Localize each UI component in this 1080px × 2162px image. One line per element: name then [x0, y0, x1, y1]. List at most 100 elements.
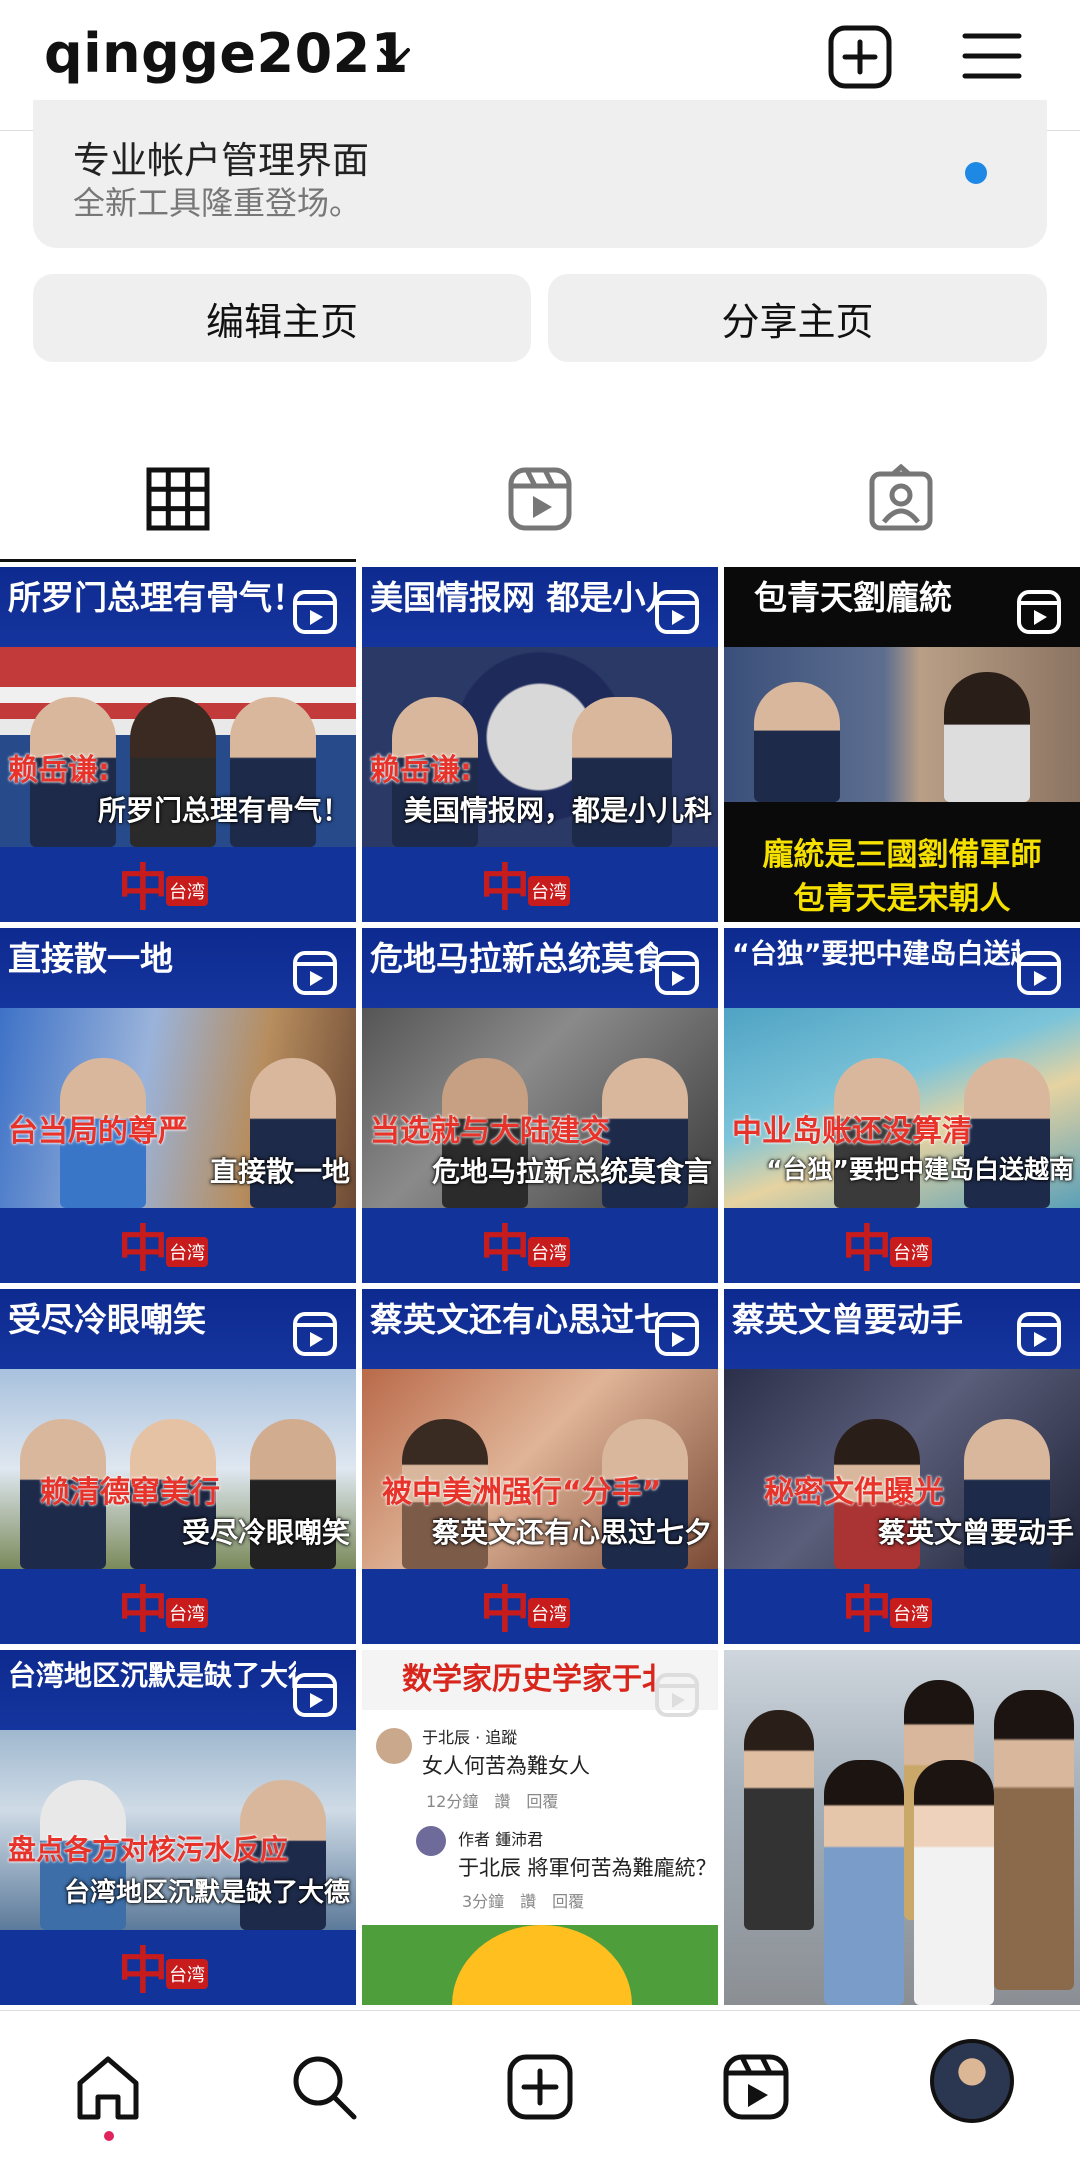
post-tile[interactable]: 数学家历史学家于北辰 于北辰 · 追蹤 女人何苦為難女人 12分鐘 讚 回覆 作… [362, 1650, 718, 2005]
person-figure [824, 1760, 904, 2005]
person-figure [944, 672, 1030, 802]
post-headline: 蔡英文曾要动手 [732, 1300, 963, 1339]
channel-logo-tag: 台湾 [528, 1598, 570, 1628]
post-caption-red: 赖岳谦: [370, 753, 472, 788]
notification-dot [104, 2131, 114, 2141]
post-tile[interactable]: 美国情报网 都是小儿科 赖岳谦: 美国情报网，都是小儿科 中 台湾 [362, 567, 718, 922]
post-tile[interactable]: 包青天劉龐統 龐統是三國劉備軍師 包青天是宋朝人 [724, 567, 1080, 922]
channel-logo: 中 [480, 1219, 530, 1278]
channel-logo-tag: 台湾 [166, 1237, 208, 1267]
post-headline: 包青天劉龐統 [754, 578, 952, 617]
chevron-down-icon[interactable] [378, 42, 412, 72]
channel-logo: 中 [842, 1219, 892, 1278]
reel-badge-icon [293, 1312, 337, 1356]
post-headline: 美国情报网 都是小儿科 [370, 578, 658, 617]
channel-logo: 中 [118, 1941, 168, 2000]
comment-text: 于北辰 將軍何苦為難龐統？ [458, 1856, 717, 1880]
post-tile[interactable]: 台湾地区沉默是缺了大德 盘点各方对核污水反应 台湾地区沉默是缺了大德 中 台湾 [0, 1650, 356, 2005]
post-tile[interactable]: 直接散一地 台当局的尊严 直接散一地 中 台湾 [0, 928, 356, 1283]
username-switcher[interactable]: qingge2021 [44, 22, 409, 85]
reel-badge-icon [293, 951, 337, 995]
post-caption-white: 美国情报网，都是小儿科 [403, 794, 712, 827]
comment-author: 于北辰 · 追蹤 [422, 1728, 518, 1747]
channel-logo: 中 [480, 1580, 530, 1639]
reel-badge-icon [1017, 951, 1061, 995]
post-headline: 危地马拉新总统莫食言 [370, 939, 658, 978]
reel-badge-icon [655, 590, 699, 634]
reel-badge-icon [293, 590, 337, 634]
post-headline: 台湾地区沉默是缺了大德 [8, 1659, 296, 1692]
post-caption-white: 所罗门总理有骨气！ [97, 794, 350, 827]
post-tile[interactable]: 所罗门总理有骨气！ 赖岳谦: 所罗门总理有骨气！ 中 台湾 [0, 567, 356, 922]
reels-icon[interactable] [505, 464, 575, 534]
posts-grid: 所罗门总理有骨气！ 赖岳谦: 所罗门总理有骨气！ 中 台湾 美国情报网 都是小儿… [0, 567, 1080, 2010]
post-headline: “台独”要把中建岛白送越南 [732, 939, 1020, 970]
post-caption-white: 蔡英文还有心思过七夕 [431, 1516, 712, 1549]
channel-logo-tag: 台湾 [528, 1237, 570, 1267]
post-caption-red: 秘密文件曝光 [764, 1475, 944, 1510]
post-headline: 数学家历史学家于北辰 [402, 1662, 658, 1697]
post-tile[interactable]: 蔡英文还有心思过七夕 被中美洲强行“分手” 蔡英文还有心思过七夕 中 台湾 [362, 1289, 718, 1644]
post-headline: 直接散一地 [8, 939, 173, 978]
edit-profile-button[interactable]: 编辑主页 [33, 274, 531, 362]
post-caption-white: 直接散一地 [209, 1155, 350, 1188]
avatar [416, 1826, 446, 1856]
post-caption-red: 赖清德窜美行 [40, 1475, 220, 1510]
reel-badge-icon [293, 1673, 337, 1717]
post-tile[interactable]: 危地马拉新总统莫食言 当选就与大陆建交 危地马拉新总统莫食言 中 台湾 [362, 928, 718, 1283]
professional-dashboard-card[interactable]: 专业帐户管理界面 全新工具隆重登场。 [33, 100, 1047, 248]
avatar [930, 2039, 1014, 2123]
channel-logo-tag: 台湾 [166, 1598, 208, 1628]
post-caption-red: 台当局的尊严 [8, 1114, 188, 1149]
new-indicator-dot [965, 162, 987, 184]
post-caption-white: 蔡英文曾要动手 [877, 1516, 1074, 1549]
channel-logo-tag: 台湾 [166, 1959, 208, 1989]
post-headline: 受尽冷眼嘲笑 [8, 1300, 206, 1339]
add-post-icon[interactable] [827, 24, 893, 90]
profile-tabs [0, 440, 1080, 562]
post-caption-red: 中业岛账还没算清 [732, 1114, 972, 1149]
post-caption-yellow: 龐統是三國劉備軍師 [762, 837, 1042, 873]
post-tile[interactable]: 受尽冷眼嘲笑 赖清德窜美行 受尽冷眼嘲笑 中 台湾 [0, 1289, 356, 1644]
grid-icon[interactable] [143, 464, 213, 534]
channel-logo: 中 [842, 1580, 892, 1639]
channel-logo-tag: 台湾 [890, 1598, 932, 1628]
tagged-icon[interactable] [866, 464, 936, 534]
channel-logo: 中 [118, 858, 168, 917]
reel-badge-icon [655, 1312, 699, 1356]
search-icon[interactable] [288, 2051, 360, 2123]
post-caption-red: 赖岳谦: [8, 753, 110, 788]
post-tile[interactable] [724, 1650, 1080, 2005]
reel-badge-icon [655, 1673, 699, 1717]
post-caption-white: “台独”要把中建岛白送越南 [766, 1155, 1074, 1184]
home-icon[interactable] [72, 2051, 144, 2123]
person-figure [914, 1760, 994, 2005]
post-caption-red: 被中美洲强行“分手” [382, 1475, 662, 1510]
bottom-navigation [0, 2010, 1080, 2162]
post-caption-red: 当选就与大陆建交 [370, 1114, 610, 1149]
comment-meta: 12分鐘 讚 回覆 [426, 1792, 559, 1811]
profile-avatar-button[interactable] [930, 2039, 1014, 2123]
channel-logo: 中 [118, 1580, 168, 1639]
reel-badge-icon [1017, 1312, 1061, 1356]
channel-logo: 中 [118, 1219, 168, 1278]
post-headline: 所罗门总理有骨气！ [8, 578, 296, 617]
add-post-icon[interactable] [504, 2051, 576, 2123]
reel-badge-icon [1017, 590, 1061, 634]
selected-tab-indicator [0, 559, 356, 562]
post-tile[interactable]: 蔡英文曾要动手 秘密文件曝光 蔡英文曾要动手 中 台湾 [724, 1289, 1080, 1644]
pro-dashboard-subtitle: 全新工具隆重登场。 [73, 184, 362, 222]
channel-logo-tag: 台湾 [890, 1237, 932, 1267]
share-profile-button[interactable]: 分享主页 [548, 274, 1047, 362]
post-caption-white: 危地马拉新总统莫食言 [431, 1155, 712, 1188]
menu-icon[interactable] [962, 28, 1022, 84]
comment-text: 女人何苦為難女人 [422, 1754, 590, 1778]
post-tile[interactable]: “台独”要把中建岛白送越南 中业岛账还没算清 “台独”要把中建岛白送越南 中 台… [724, 928, 1080, 1283]
reel-badge-icon [655, 951, 699, 995]
person-figure [744, 1710, 814, 1930]
comment-author: 作者 鍾沛君 [458, 1830, 544, 1849]
post-headline: 蔡英文还有心思过七夕 [370, 1300, 658, 1339]
post-caption-white: 台湾地区沉默是缺了大德 [63, 1878, 350, 1908]
reels-icon[interactable] [720, 2051, 792, 2123]
channel-logo-tag: 台湾 [166, 876, 208, 906]
